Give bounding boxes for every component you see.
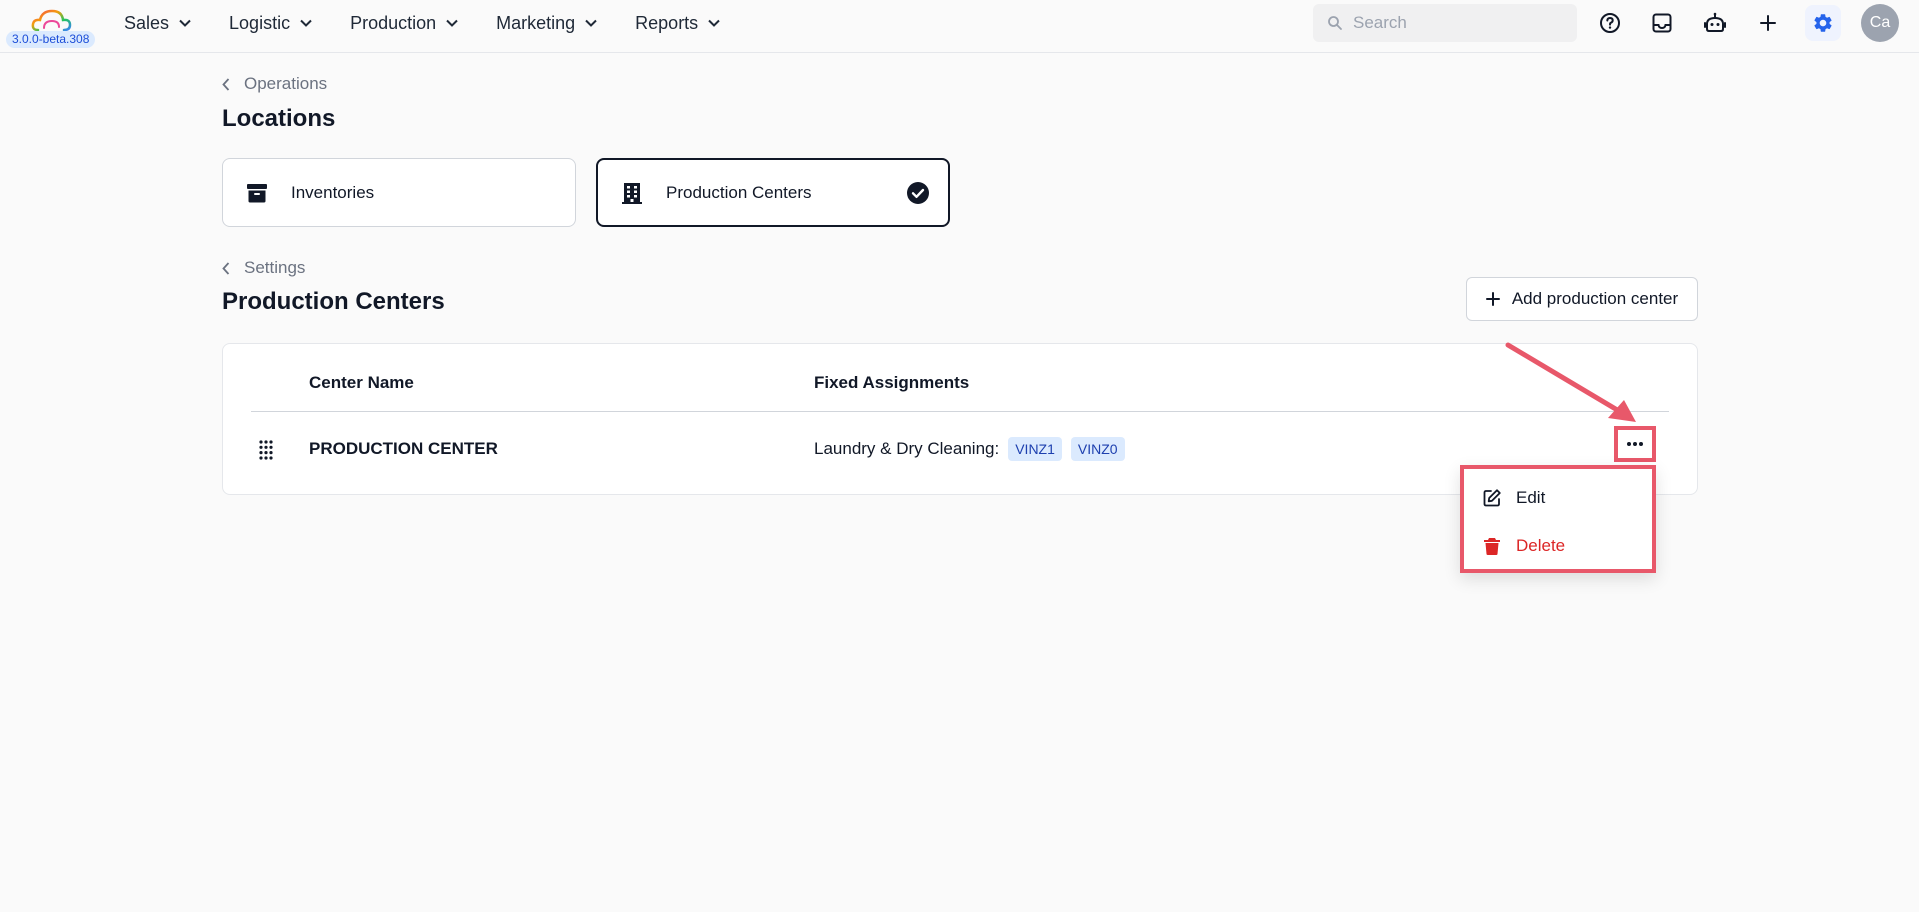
nav-reports[interactable]: Reports: [635, 13, 720, 34]
locations-title: Locations: [222, 105, 336, 132]
archive-box-icon: [245, 181, 269, 205]
chevron-down-icon: [446, 19, 458, 27]
location-card-production-centers[interactable]: Production Centers: [596, 158, 950, 227]
help-icon[interactable]: [1597, 10, 1623, 36]
menu-item-edit[interactable]: Edit: [1482, 488, 1545, 508]
search-input[interactable]: [1353, 13, 1553, 33]
chevron-left-icon: [222, 77, 230, 91]
location-card-inventories[interactable]: Inventories: [222, 158, 576, 227]
chevron-down-icon: [179, 19, 191, 27]
assignment-label: Laundry & Dry Cleaning:: [814, 439, 1000, 458]
check-circle-icon: [907, 182, 929, 204]
chevron-down-icon: [585, 19, 597, 27]
row-actions-menu: Edit Delete: [1460, 465, 1656, 573]
version-badge: 3.0.0-beta.308: [6, 31, 96, 48]
add-production-center-button[interactable]: Add production center: [1466, 277, 1698, 321]
column-header-center-name[interactable]: Center Name: [309, 373, 414, 393]
breadcrumb-settings-label: Settings: [244, 258, 306, 277]
menu-item-delete[interactable]: Delete: [1482, 536, 1565, 556]
user-avatar[interactable]: Ca: [1861, 4, 1899, 42]
nav-reports-label: Reports: [635, 12, 699, 33]
main-nav: Sales Logistic Production Marketing Repo…: [124, 0, 758, 46]
trash-icon: [1484, 538, 1500, 555]
nav-logistic-label: Logistic: [229, 12, 291, 33]
nav-logistic[interactable]: Logistic: [229, 13, 312, 34]
assignment-tag: VINZ0: [1070, 437, 1125, 461]
settings-gear-icon[interactable]: [1805, 5, 1841, 41]
center-name-cell: PRODUCTION CENTER: [309, 439, 498, 458]
annotation-arrow-icon: [1505, 342, 1636, 422]
more-horizontal-icon: [1627, 442, 1643, 446]
edit-icon: [1483, 489, 1501, 507]
fixed-assignments-cell: Laundry & Dry Cleaning: VINZ1 VINZ0: [814, 437, 1125, 461]
breadcrumb-settings[interactable]: Settings: [222, 258, 305, 278]
row-more-actions-button[interactable]: [1614, 426, 1656, 462]
chevron-down-icon: [708, 19, 720, 27]
production-centers-title: Production Centers: [222, 288, 445, 315]
nav-production[interactable]: Production: [350, 13, 458, 34]
menu-item-delete-label: Delete: [1516, 536, 1566, 555]
search-icon: [1328, 16, 1342, 30]
nav-sales[interactable]: Sales: [124, 13, 191, 34]
nav-production-label: Production: [350, 12, 437, 33]
breadcrumb-operations-label: Operations: [244, 74, 328, 93]
chevron-down-icon: [300, 19, 312, 27]
add-production-center-label: Add production center: [1511, 289, 1679, 308]
search-box[interactable]: [1313, 4, 1577, 42]
nav-marketing[interactable]: Marketing: [496, 13, 597, 34]
top-navigation-bar: 3.0.0-beta.308 Sales Logistic Production…: [0, 0, 1919, 53]
plus-icon[interactable]: [1755, 10, 1781, 36]
column-header-fixed-assignments[interactable]: Fixed Assignments: [814, 373, 969, 393]
plus-icon: [1485, 292, 1500, 306]
table-divider: [251, 411, 1669, 412]
building-icon: [620, 181, 644, 205]
location-card-production-centers-label: Production Centers: [666, 182, 812, 202]
breadcrumb-operations[interactable]: Operations: [222, 74, 327, 94]
inbox-icon[interactable]: [1649, 10, 1675, 36]
location-card-inventories-label: Inventories: [291, 182, 375, 202]
chevron-left-icon: [222, 261, 230, 275]
assistant-robot-icon[interactable]: [1702, 10, 1728, 36]
drag-handle-icon[interactable]: [259, 440, 273, 460]
nav-sales-label: Sales: [124, 12, 170, 33]
assignment-tag: VINZ1: [1008, 437, 1062, 461]
menu-item-edit-label: Edit: [1516, 488, 1546, 507]
nav-marketing-label: Marketing: [496, 12, 576, 33]
